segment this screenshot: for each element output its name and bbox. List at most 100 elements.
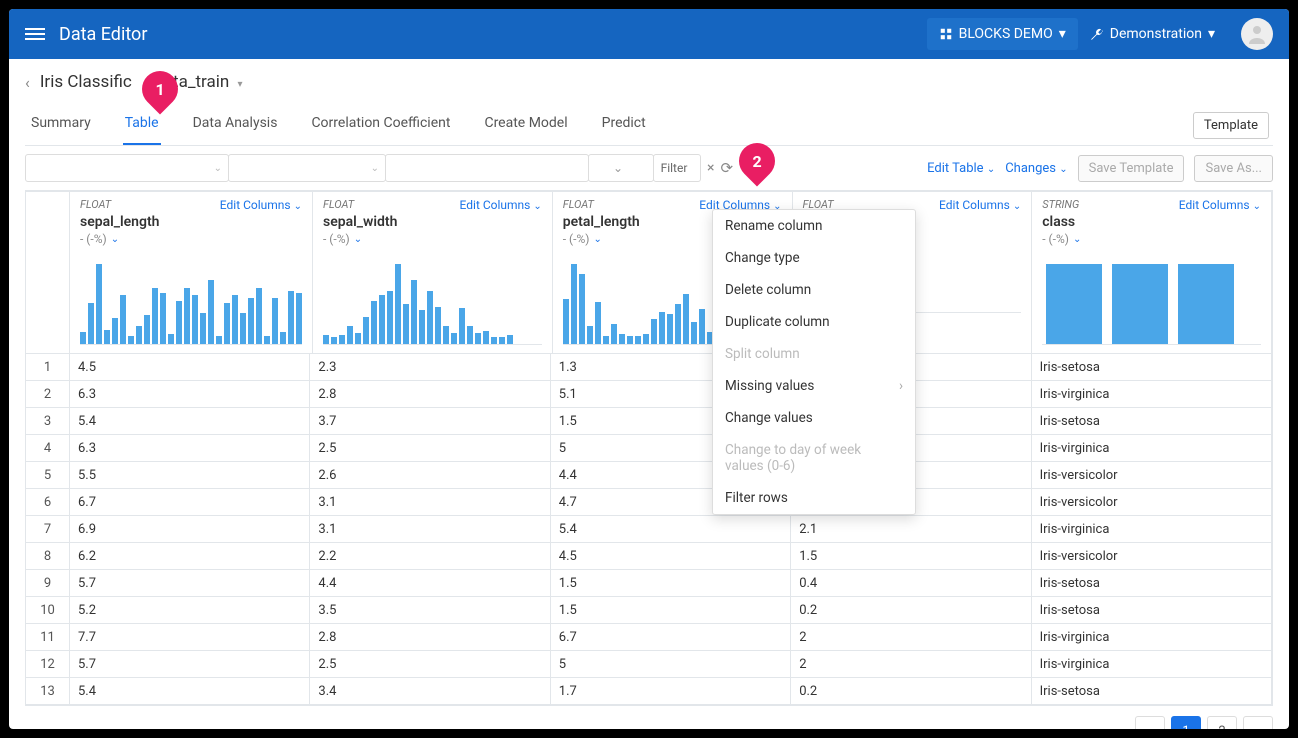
- table-row: 46.32.55Iris-virginica: [26, 435, 1272, 462]
- edit-columns-link[interactable]: Edit Columns ⌄: [220, 198, 302, 212]
- hamburger-icon[interactable]: [25, 24, 45, 44]
- page-1-button[interactable]: 1: [1171, 716, 1201, 729]
- table-cell[interactable]: 3.1: [310, 516, 550, 543]
- caret-down-icon[interactable]: ⌄: [354, 234, 362, 245]
- table-cell[interactable]: 2.2: [310, 543, 550, 570]
- table-cell[interactable]: 6.3: [70, 381, 310, 408]
- tab-predict[interactable]: Predict: [600, 105, 648, 145]
- table-cell[interactable]: 6.2: [70, 543, 310, 570]
- menu-missing-values[interactable]: Missing values›: [713, 370, 915, 402]
- table-cell[interactable]: 2.1: [791, 516, 1031, 543]
- clear-filter-icon[interactable]: ×: [707, 160, 714, 176]
- edit-columns-link[interactable]: Edit Columns ⌄: [1179, 198, 1261, 212]
- table-cell[interactable]: 2.5: [310, 435, 550, 462]
- menu-change-type[interactable]: Change type: [713, 242, 915, 274]
- table-cell[interactable]: 2.6: [310, 462, 550, 489]
- table-cell[interactable]: 2.8: [310, 381, 550, 408]
- table-cell[interactable]: Iris-virginica: [1032, 624, 1272, 651]
- table-cell[interactable]: 5.7: [70, 570, 310, 597]
- tab-table[interactable]: Table: [123, 105, 161, 145]
- filter-select-2[interactable]: ⌄: [228, 154, 386, 182]
- table-cell[interactable]: Iris-setosa: [1032, 408, 1272, 435]
- caret-down-icon: ⌄: [1059, 164, 1067, 175]
- table-cell[interactable]: 1.5: [791, 543, 1031, 570]
- table-cell[interactable]: Iris-virginica: [1032, 516, 1272, 543]
- menu-rename-column[interactable]: Rename column: [713, 210, 915, 242]
- table-cell[interactable]: 2: [791, 624, 1031, 651]
- table-cell[interactable]: 2.8: [310, 624, 550, 651]
- table-cell[interactable]: 0.4: [791, 570, 1031, 597]
- table-cell[interactable]: 7.7: [70, 624, 310, 651]
- filter-input[interactable]: [385, 154, 589, 182]
- filter-button[interactable]: Filter: [653, 154, 701, 182]
- refresh-icon[interactable]: ⟳: [720, 159, 733, 177]
- table-cell[interactable]: 4.4: [310, 570, 550, 597]
- table-cell[interactable]: 3.5: [310, 597, 550, 624]
- tab-create-model[interactable]: Create Model: [482, 105, 569, 145]
- tab-correlation[interactable]: Correlation Coefficient: [309, 105, 452, 145]
- avatar[interactable]: [1241, 18, 1273, 50]
- table-cell[interactable]: 6.7: [551, 624, 791, 651]
- table-cell[interactable]: 3.7: [310, 408, 550, 435]
- demo-selector[interactable]: Demonstration ▾: [1078, 18, 1227, 50]
- edit-columns-link[interactable]: Edit Columns ⌄: [460, 198, 542, 212]
- table-cell[interactable]: Iris-setosa: [1032, 570, 1272, 597]
- table-row: 105.23.51.50.2Iris-setosa: [26, 597, 1272, 624]
- project-selector[interactable]: BLOCKS DEMO ▾: [927, 18, 1078, 50]
- table-row: 95.74.41.50.4Iris-setosa: [26, 570, 1272, 597]
- table-cell[interactable]: Iris-virginica: [1032, 381, 1272, 408]
- tab-data-analysis[interactable]: Data Analysis: [191, 105, 280, 145]
- template-button[interactable]: Template: [1193, 112, 1269, 139]
- edit-columns-link[interactable]: Edit Columns ⌄: [939, 198, 1021, 212]
- table-cell[interactable]: 6.3: [70, 435, 310, 462]
- table-cell[interactable]: 2.5: [310, 651, 550, 678]
- table-cell[interactable]: 6.7: [70, 489, 310, 516]
- table-cell[interactable]: 5.7: [70, 651, 310, 678]
- page-prev-button[interactable]: ‹: [1135, 716, 1165, 729]
- table-cell[interactable]: 5.2: [70, 597, 310, 624]
- filter-select-3[interactable]: ⌄: [588, 154, 654, 182]
- table-cell[interactable]: 0.2: [791, 678, 1031, 705]
- table-cell[interactable]: 5.4: [70, 678, 310, 705]
- page-next-button[interactable]: ›: [1243, 716, 1273, 729]
- table-cell[interactable]: 2: [791, 651, 1031, 678]
- table-cell[interactable]: 3.4: [310, 678, 550, 705]
- table-cell[interactable]: 1.5: [551, 597, 791, 624]
- table-cell[interactable]: Iris-virginica: [1032, 651, 1272, 678]
- table-cell[interactable]: 1.5: [551, 570, 791, 597]
- table-cell[interactable]: 5: [551, 651, 791, 678]
- table-cell[interactable]: 3.1: [310, 489, 550, 516]
- table-cell[interactable]: 5.5: [70, 462, 310, 489]
- table-cell[interactable]: 0.2: [791, 597, 1031, 624]
- edit-table-link[interactable]: Edit Table ⌄: [927, 161, 995, 176]
- table-cell[interactable]: 5.4: [551, 516, 791, 543]
- table-cell[interactable]: 1.7: [551, 678, 791, 705]
- back-chevron-icon[interactable]: ‹: [25, 73, 30, 92]
- table-cell[interactable]: 6.9: [70, 516, 310, 543]
- table-cell[interactable]: Iris-setosa: [1032, 678, 1272, 705]
- table-cell[interactable]: Iris-versicolor: [1032, 489, 1272, 516]
- table-cell[interactable]: 4.5: [70, 354, 310, 381]
- breadcrumb-caret-icon[interactable]: ▾: [237, 79, 242, 90]
- menu-filter-rows[interactable]: Filter rows: [713, 482, 915, 514]
- menu-change-values[interactable]: Change values: [713, 402, 915, 434]
- table-cell[interactable]: 5.4: [70, 408, 310, 435]
- caret-down-icon[interactable]: ⌄: [1073, 234, 1081, 245]
- filter-select-1[interactable]: ⌄: [25, 154, 229, 182]
- caret-down-icon[interactable]: ⌄: [593, 234, 601, 245]
- chevron-right-icon: ›: [899, 378, 903, 394]
- table-cell[interactable]: Iris-versicolor: [1032, 462, 1272, 489]
- table-cell[interactable]: 4.5: [551, 543, 791, 570]
- menu-delete-column[interactable]: Delete column: [713, 274, 915, 306]
- menu-duplicate-column[interactable]: Duplicate column: [713, 306, 915, 338]
- table-cell[interactable]: Iris-versicolor: [1032, 543, 1272, 570]
- changes-link[interactable]: Changes ⌄: [1005, 161, 1067, 176]
- table-cell[interactable]: 2.3: [310, 354, 550, 381]
- page-2-button[interactable]: 2: [1207, 716, 1237, 729]
- table-cell[interactable]: Iris-setosa: [1032, 597, 1272, 624]
- table-cell[interactable]: Iris-setosa: [1032, 354, 1272, 381]
- column-histogram: [323, 254, 542, 345]
- table-cell[interactable]: Iris-virginica: [1032, 435, 1272, 462]
- caret-down-icon[interactable]: ⌄: [111, 234, 119, 245]
- tab-summary[interactable]: Summary: [29, 105, 93, 145]
